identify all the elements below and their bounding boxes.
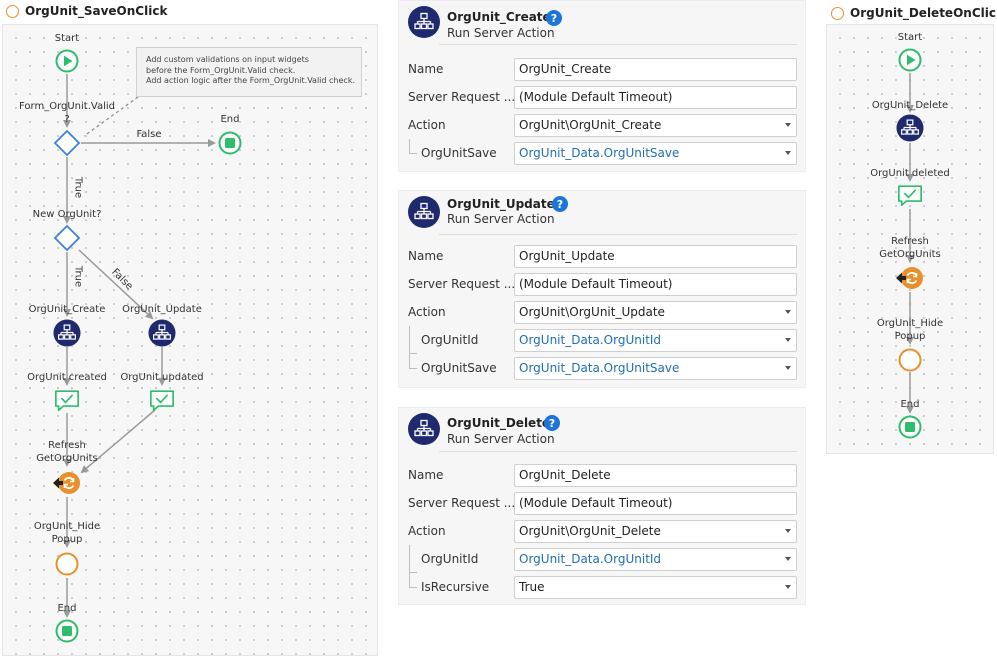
start-label: Start	[897, 32, 923, 43]
refresh-label-line: Refresh	[891, 236, 929, 247]
refresh-label-line: GetOrgUnits	[879, 249, 941, 260]
server-action-delete-icon[interactable]	[896, 114, 924, 142]
hide-popup-label-line: Popup	[894, 331, 926, 342]
hide-popup-label: OrgUnit_Hide Popup	[877, 317, 943, 343]
start-icon[interactable]	[898, 48, 922, 72]
flow-connectors-delete	[906, 73, 914, 414]
refresh-data-icon[interactable]	[895, 265, 925, 291]
hide-popup-icon[interactable]	[898, 348, 922, 372]
delete-label: OrgUnit_Delete	[871, 100, 949, 111]
end-label: End	[900, 399, 920, 410]
end-icon[interactable]	[898, 415, 922, 439]
hide-popup-label-line: OrgUnit_Hide	[876, 318, 944, 329]
message-deleted-icon[interactable]	[897, 184, 923, 207]
refresh-label: Refresh GetOrgUnits	[879, 235, 941, 261]
deleted-msg-label: OrgUnit deleted	[870, 168, 950, 179]
